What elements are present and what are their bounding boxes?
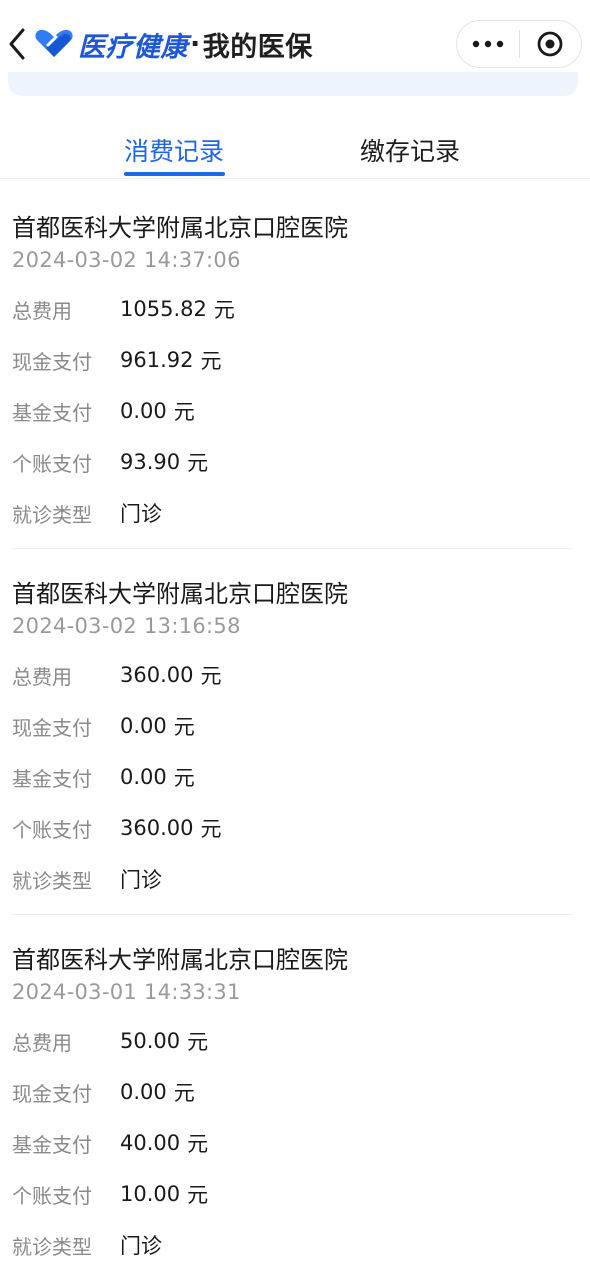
currency-unit: 元	[187, 1030, 209, 1054]
mini-program-capsule	[456, 20, 582, 68]
visit-type-row: 就诊类型 门诊	[12, 498, 162, 528]
visit-type-row: 就诊类型 门诊	[12, 864, 162, 894]
cash-payment-label: 现金支付	[12, 349, 92, 374]
record-time: 2024-03-02 14:37:06	[12, 248, 241, 272]
health-logo-icon	[34, 28, 74, 58]
personal-account-row: 个账支付 360.00 元	[12, 813, 221, 843]
personal-account-row: 个账支付 93.90 元	[12, 447, 208, 477]
tab-consumption-records[interactable]: 消费记录	[124, 132, 224, 168]
currency-unit: 元	[200, 349, 222, 373]
banner-edge	[8, 72, 578, 96]
currency-unit: 元	[173, 766, 195, 790]
currency-unit: 元	[173, 1081, 195, 1105]
hospital-name: 首都医科大学附属北京口腔医院	[12, 214, 348, 242]
fund-payment-label: 基金支付	[12, 766, 92, 791]
visit-type-label: 就诊类型	[12, 1234, 92, 1259]
cash-payment-row: 现金支付 961.92 元	[12, 345, 221, 375]
currency-unit: 元	[187, 451, 209, 475]
record-divider	[12, 548, 572, 549]
record-tabs: 消费记录 缴存记录	[0, 118, 590, 180]
currency-unit: 元	[187, 1132, 209, 1156]
fund-payment-row: 基金支付 0.00 元	[12, 396, 195, 426]
personal-account-label: 个账支付	[12, 1183, 92, 1208]
fund-payment-row: 基金支付 0.00 元	[12, 762, 195, 792]
visit-type-value: 门诊	[120, 502, 162, 526]
total-cost-value: 1055.82	[120, 297, 207, 321]
cash-payment-value: 0.00	[120, 1080, 167, 1104]
visit-type-label: 就诊类型	[12, 868, 92, 893]
more-button[interactable]	[457, 21, 519, 67]
total-cost-row: 总费用 50.00 元	[12, 1026, 208, 1056]
currency-unit: 元	[200, 664, 222, 688]
chevron-left-icon	[9, 28, 25, 60]
total-cost-label: 总费用	[12, 298, 72, 323]
cash-payment-label: 现金支付	[12, 1081, 92, 1106]
active-tab-indicator	[124, 172, 225, 176]
target-close-icon	[537, 31, 563, 57]
total-cost-label: 总费用	[12, 664, 72, 689]
hospital-name: 首都医科大学附属北京口腔医院	[12, 580, 348, 608]
currency-unit: 元	[173, 400, 195, 424]
fund-payment-row: 基金支付 40.00 元	[12, 1128, 208, 1158]
currency-unit: 元	[213, 298, 235, 322]
visit-type-value: 门诊	[120, 868, 162, 892]
cash-payment-row: 现金支付 0.00 元	[12, 1077, 195, 1107]
record-divider	[12, 914, 572, 915]
currency-unit: 元	[187, 1183, 209, 1207]
total-cost-value: 50.00	[120, 1029, 181, 1053]
fund-payment-value: 0.00	[120, 765, 167, 789]
fund-payment-value: 40.00	[120, 1131, 181, 1155]
cash-payment-label: 现金支付	[12, 715, 92, 740]
fund-payment-label: 基金支付	[12, 1132, 92, 1157]
cash-payment-value: 0.00	[120, 714, 167, 738]
cash-payment-row: 现金支付 0.00 元	[12, 711, 195, 741]
more-dots-icon	[472, 40, 503, 48]
currency-unit: 元	[173, 715, 195, 739]
cash-payment-value: 961.92	[120, 348, 194, 372]
title-separator: ·	[190, 28, 201, 60]
tabs-divider	[0, 178, 590, 179]
record-time: 2024-03-01 14:33:31	[12, 980, 241, 1004]
visit-type-label: 就诊类型	[12, 502, 92, 527]
brand-name: 医疗健康	[78, 31, 188, 63]
personal-account-label: 个账支付	[12, 451, 92, 476]
close-button[interactable]	[519, 21, 581, 67]
total-cost-row: 总费用 360.00 元	[12, 660, 221, 690]
page-title: 医疗健康 · 我的医保	[78, 24, 313, 64]
page-subtitle: 我的医保	[202, 31, 313, 63]
visit-type-row: 就诊类型 门诊	[12, 1230, 162, 1260]
fund-payment-label: 基金支付	[12, 400, 92, 425]
hospital-name: 首都医科大学附属北京口腔医院	[12, 946, 348, 974]
personal-account-label: 个账支付	[12, 817, 92, 842]
visit-type-value: 门诊	[120, 1234, 162, 1258]
fund-payment-value: 0.00	[120, 399, 167, 423]
total-cost-label: 总费用	[12, 1030, 72, 1055]
total-cost-value: 360.00	[120, 663, 194, 687]
total-cost-row: 总费用 1055.82 元	[12, 294, 235, 324]
currency-unit: 元	[200, 817, 222, 841]
record-time: 2024-03-02 13:16:58	[12, 614, 241, 638]
back-button[interactable]	[2, 24, 32, 64]
personal-account-value: 10.00	[120, 1182, 181, 1206]
personal-account-row: 个账支付 10.00 元	[12, 1179, 208, 1209]
tab-deposit-records[interactable]: 缴存记录	[360, 132, 460, 168]
personal-account-value: 360.00	[120, 816, 194, 840]
personal-account-value: 93.90	[120, 450, 181, 474]
